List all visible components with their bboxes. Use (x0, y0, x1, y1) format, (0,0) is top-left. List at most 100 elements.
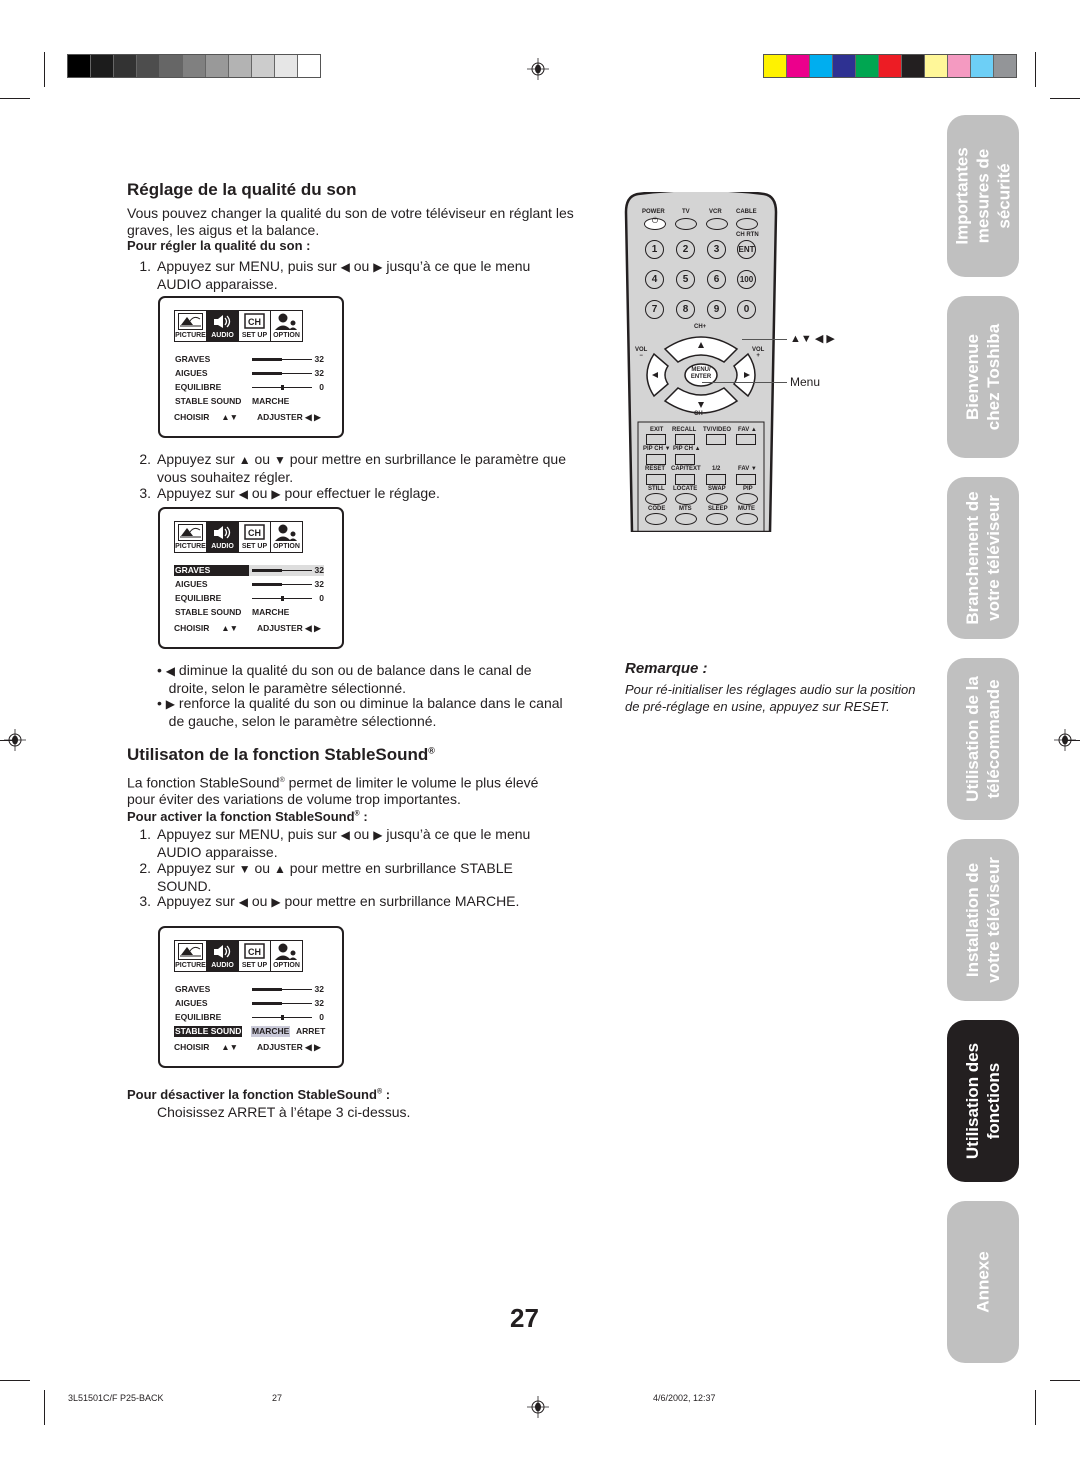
crop-mark (0, 1380, 30, 1381)
number-button-1[interactable]: 1 (645, 240, 664, 259)
tab-label: OPTION (273, 543, 300, 550)
power-button[interactable]: ⏻ (644, 216, 666, 230)
pip-button[interactable] (736, 493, 758, 505)
ch-down-button[interactable] (676, 395, 726, 409)
sound-quality-intro: Vous pouvez changer la qualité du son de… (127, 205, 574, 238)
treble-slider (252, 583, 312, 586)
bullet-text: renforce la qualité du son ou diminue la… (178, 695, 563, 711)
still-button[interactable] (645, 493, 667, 505)
tab-label: SET UP (241, 962, 268, 969)
swap-label: SWAP (708, 486, 726, 492)
mute-button[interactable] (736, 513, 758, 525)
left-arrow-icon: ◀ (340, 828, 350, 842)
fav-down-button[interactable] (736, 474, 756, 485)
number-button-8[interactable]: 8 (676, 300, 695, 319)
half-button[interactable] (706, 474, 726, 485)
ch-up-button[interactable] (676, 333, 726, 347)
reset-button[interactable] (646, 474, 666, 485)
tab-label: AUDIO (211, 543, 234, 550)
recall-button[interactable] (675, 434, 695, 445)
tab-label: mesures de (973, 148, 993, 244)
left-arrow-icon: ◀ (238, 487, 248, 501)
power-label: POWER (642, 209, 665, 215)
vcr-label: VCR (709, 209, 722, 215)
color-swatch (229, 55, 252, 77)
down-arrow-icon: ▼ (229, 1042, 239, 1052)
number-button-2[interactable]: 2 (676, 240, 695, 259)
cap-text-button[interactable] (675, 474, 695, 485)
step-number: 3. (139, 485, 151, 501)
exit-button[interactable] (646, 434, 666, 445)
tab-label: OPTION (273, 962, 300, 969)
swap-button[interactable] (706, 493, 728, 505)
vol-down-button[interactable] (644, 357, 664, 393)
number-button-0[interactable]: 0 (737, 300, 756, 319)
color-swatch (810, 55, 833, 77)
step-number: 2. (139, 860, 151, 876)
number-button-9[interactable]: 9 (707, 300, 726, 319)
sound-quality-subhead: Pour régler la qualité du son : (127, 238, 311, 253)
row-label: AIGUES (175, 998, 208, 1008)
side-tab-appendix[interactable]: Annexe (947, 1201, 1019, 1363)
footer-label: ADJUSTER (256, 623, 303, 633)
color-calibration-bar (763, 54, 1017, 78)
registration-mark-icon (1054, 729, 1076, 751)
osd-footer: CHOISIR ▲▼ ADJUSTER ◀ ▶ (174, 412, 328, 423)
tab-label: SET UP (241, 543, 268, 550)
fav-up-label: FAV ▲ (738, 427, 757, 433)
row-value: 0 (319, 593, 324, 603)
number-button-3[interactable]: 3 (707, 240, 726, 259)
color-swatch (879, 55, 902, 77)
mts-button[interactable] (675, 513, 697, 525)
pip-ch-down-button[interactable] (646, 454, 666, 465)
osd-menu-tabs: PICTURE AUDIO CH SET UP OPTION (174, 940, 303, 972)
ent-button[interactable]: ENT (737, 240, 756, 259)
number-button-100[interactable]: 100 (737, 270, 756, 289)
locate-button[interactable] (675, 493, 697, 505)
right-arrow-icon: ▶ (314, 623, 321, 633)
menu-enter-button[interactable]: MENU/ ENTER (686, 367, 716, 381)
osd-audio-menu-graves-highlighted: PICTURE AUDIO CH SET UP OPTION GRAVES 32 A… (158, 507, 344, 649)
tv-button[interactable] (675, 218, 697, 230)
row-value: 32 (314, 579, 324, 589)
number-button-7[interactable]: 7 (645, 300, 664, 319)
pip-ch-up-label: PIP CH ▲ (673, 446, 701, 452)
remote-control-illustration: POWER TV VCR CABLE ⏻ CH RTN 1 2 3 ENT 4 … (624, 192, 778, 532)
treble-slider (252, 372, 312, 375)
stablesound-activate-subhead: Pour activer la fonction StableSound® : (127, 809, 368, 824)
osd-tab-picture: PICTURE (175, 522, 207, 552)
fav-up-button[interactable] (736, 434, 756, 445)
side-tab-connection[interactable]: Branchement de votre téléviseur (947, 477, 1019, 639)
vol-up-button[interactable] (738, 357, 758, 393)
number-button-6[interactable]: 6 (707, 270, 726, 289)
ch-rtn-label: CH RTN (736, 232, 759, 238)
number-button-4[interactable]: 4 (645, 270, 664, 289)
color-swatch (925, 55, 948, 77)
pip-ch-up-button[interactable] (675, 454, 695, 465)
code-button[interactable] (645, 513, 667, 525)
bass-slider (252, 358, 312, 361)
left-arrow-icon: ◀ (305, 412, 312, 422)
side-tab-safety[interactable]: Importantes mesures de sécurité (947, 115, 1019, 277)
callout-menu-label: Menu (790, 375, 821, 389)
side-tab-installation[interactable]: Installation de votre téléviseur (947, 839, 1019, 1001)
step-text: Appuyez sur MENU, puis sur (157, 826, 337, 842)
row-value: 32 (314, 565, 324, 575)
footer-date: 4/6/2002, 12:37 (653, 1393, 716, 1403)
side-tab-welcome[interactable]: Bienvenue chez Toshiba (947, 296, 1019, 458)
option-on: MARCHE (251, 1026, 291, 1037)
number-button-5[interactable]: 5 (676, 270, 695, 289)
side-tab-functions[interactable]: Utilisation des fonctions (947, 1020, 1019, 1182)
osd-tab-option: OPTION (271, 522, 302, 552)
stablesound-step-1: 1. Appuyez sur MENU, puis sur ◀ ou ▶ jusq… (131, 826, 591, 860)
tv-video-button[interactable] (706, 434, 726, 445)
step-text: AUDIO apparaisse. (157, 275, 278, 292)
vcr-button[interactable] (706, 218, 728, 230)
down-arrow-icon: ▼ (229, 623, 239, 633)
bullet-left-arrow: • ◀ diminue la qualité du son ou de bala… (157, 662, 532, 696)
sleep-button[interactable] (706, 513, 728, 525)
cable-button[interactable] (736, 218, 758, 230)
color-swatch (787, 55, 810, 77)
side-tab-remote[interactable]: Utilisation de la télécommande (947, 658, 1019, 820)
subhead-text: : (382, 1087, 391, 1102)
